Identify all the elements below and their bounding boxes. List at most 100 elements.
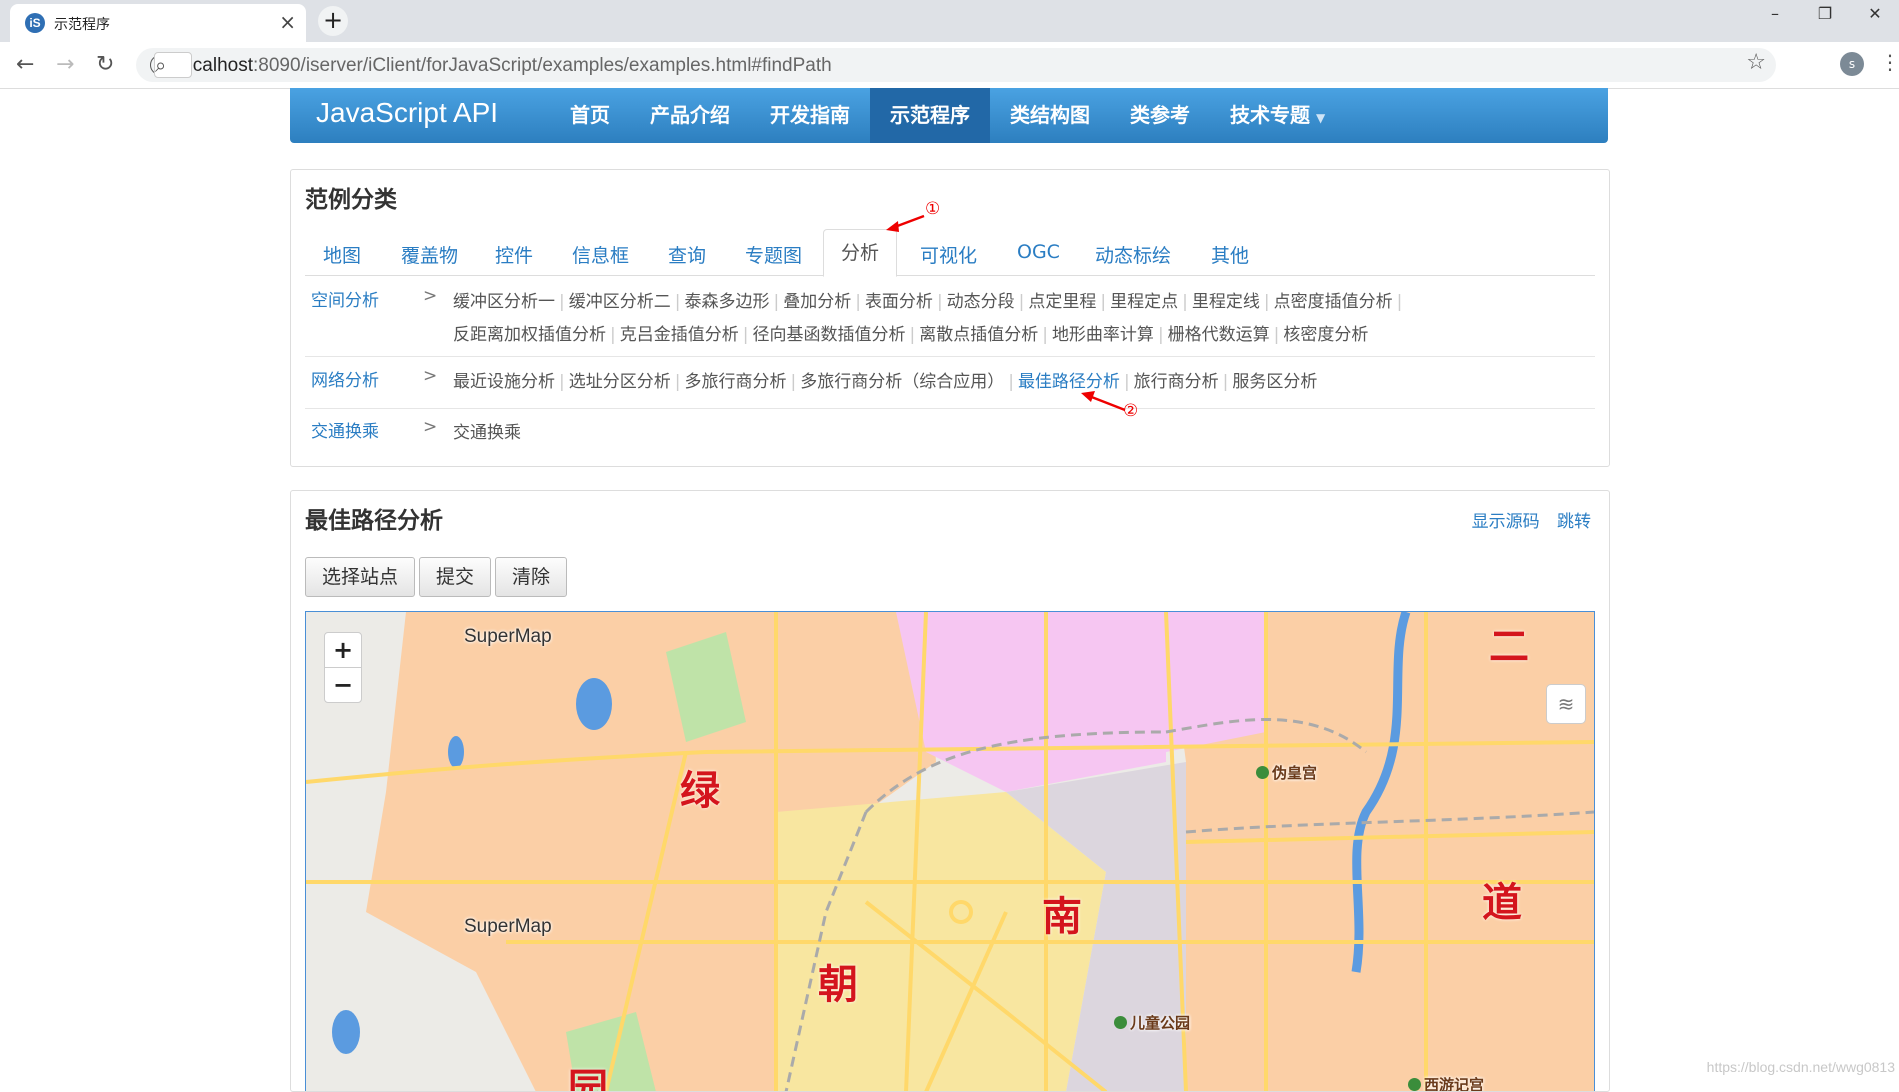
example-link[interactable]: 点定里程 bbox=[1028, 292, 1096, 312]
tab-map[interactable]: 地图 bbox=[323, 241, 361, 268]
layers-icon[interactable]: ≋ bbox=[1546, 684, 1586, 724]
submit-button[interactable]: 提交 bbox=[419, 557, 491, 597]
district-label: 二 bbox=[1489, 614, 1529, 672]
example-link[interactable]: 服务区分析 bbox=[1232, 372, 1317, 392]
example-link[interactable]: 地形曲率计算 bbox=[1052, 325, 1154, 345]
example-link[interactable]: 核密度分析 bbox=[1283, 325, 1368, 345]
bookmark-star-icon[interactable]: ☆ bbox=[1746, 50, 1766, 75]
example-link[interactable]: 里程定线 bbox=[1192, 292, 1260, 312]
category-row-network: 网络分析 > 最近设施分析|选址分区分析|多旅行商分析|多旅行商分析（综合应用）… bbox=[305, 358, 1595, 409]
example-title: 最佳路径分析 bbox=[305, 501, 443, 535]
profile-avatar[interactable]: s bbox=[1840, 52, 1864, 76]
link-separator: | bbox=[671, 292, 685, 312]
nav-class-diagram[interactable]: 类结构图 bbox=[990, 88, 1110, 143]
tab-control[interactable]: 控件 bbox=[495, 241, 533, 268]
poi-park-icon bbox=[1408, 1078, 1421, 1091]
link-separator: | bbox=[555, 372, 569, 392]
nav-dev-guide[interactable]: 开发指南 bbox=[750, 88, 870, 143]
url-text[interactable]: localhost:8090/iserver/iClient/forJavaSc… bbox=[178, 55, 832, 77]
reload-icon[interactable]: ↻ bbox=[96, 52, 114, 77]
close-window-icon[interactable]: ✕ bbox=[1855, 4, 1895, 23]
select-stops-button[interactable]: 选择站点 bbox=[305, 557, 415, 597]
zoom-magnifier-icon[interactable]: ⌕ bbox=[154, 52, 192, 78]
minimize-window-icon[interactable]: – bbox=[1755, 4, 1795, 23]
example-link[interactable]: 多旅行商分析（综合应用） bbox=[800, 372, 1004, 392]
link-separator: | bbox=[786, 372, 800, 392]
example-link[interactable]: 最近设施分析 bbox=[453, 372, 555, 392]
example-link[interactable]: 多旅行商分析 bbox=[684, 372, 786, 392]
example-link[interactable]: 表面分析 bbox=[865, 292, 933, 312]
link-separator: | bbox=[555, 292, 569, 312]
category-name[interactable]: 网络分析 bbox=[311, 366, 379, 391]
example-link[interactable]: 旅行商分析 bbox=[1134, 372, 1219, 392]
example-link[interactable]: 缓冲区分析二 bbox=[569, 292, 671, 312]
forward-arrow-icon[interactable]: → bbox=[56, 52, 74, 77]
browser-tab[interactable]: iS 示范程序 × bbox=[10, 4, 306, 42]
example-link[interactable]: 选址分区分析 bbox=[569, 372, 671, 392]
example-link[interactable]: 里程定点 bbox=[1110, 292, 1178, 312]
zoom-out-button[interactable]: − bbox=[325, 668, 361, 702]
poi-park-icon bbox=[1256, 766, 1269, 779]
address-bar[interactable]: i localhost:8090/iserver/iClient/forJava… bbox=[136, 48, 1776, 82]
district-label: 道 bbox=[1482, 870, 1522, 928]
link-separator: | bbox=[769, 292, 783, 312]
link-separator: | bbox=[933, 292, 947, 312]
example-link[interactable]: 克吕金插值分析 bbox=[620, 325, 739, 345]
nav-product[interactable]: 产品介绍 bbox=[630, 88, 750, 143]
example-link[interactable]: 反距离加权插值分析 bbox=[453, 325, 606, 345]
nav-examples[interactable]: 示范程序 bbox=[870, 88, 990, 143]
map-watermark-label: SuperMap bbox=[464, 626, 552, 648]
clear-button[interactable]: 清除 bbox=[495, 557, 567, 597]
tab-analysis[interactable]: 分析 bbox=[823, 229, 897, 277]
example-link[interactable]: 交通换乘 bbox=[453, 423, 521, 443]
tab-overlay[interactable]: 覆盖物 bbox=[401, 241, 458, 268]
category-name[interactable]: 空间分析 bbox=[311, 286, 379, 311]
zoom-control: + − bbox=[324, 632, 362, 703]
district-label: 绿 bbox=[680, 758, 720, 816]
example-link[interactable]: 缓冲区分析一 bbox=[453, 292, 555, 312]
example-link[interactable]: 栅格代数运算 bbox=[1168, 325, 1270, 345]
map-watermark-label: SuperMap bbox=[464, 916, 552, 938]
category-links: 交通换乘 bbox=[453, 417, 1453, 450]
poi-label: 伪皇宫 bbox=[1256, 762, 1317, 783]
district-label: 朝 bbox=[818, 952, 858, 1010]
site-favicon-icon: iS bbox=[25, 13, 45, 33]
poi-park-icon bbox=[1114, 1016, 1127, 1029]
zoom-in-button[interactable]: + bbox=[325, 633, 361, 668]
lake bbox=[576, 678, 612, 730]
show-source-link[interactable]: 显示源码 bbox=[1472, 512, 1540, 532]
nav-home[interactable]: 首页 bbox=[550, 88, 630, 143]
jump-link[interactable]: 跳转 bbox=[1557, 512, 1591, 532]
example-link[interactable]: 离散点插值分析 bbox=[919, 325, 1038, 345]
nav-class-reference[interactable]: 类参考 bbox=[1110, 88, 1210, 143]
category-panel: 范例分类 地图 覆盖物 控件 信息框 查询 专题图 分析 可视化 OGC 动态标… bbox=[290, 169, 1610, 467]
example-link[interactable]: 动态分段 bbox=[947, 292, 1015, 312]
browser-toolbar: ← → ↻ i localhost:8090/iserver/iClient/f… bbox=[0, 42, 1899, 89]
example-link[interactable]: 点密度插值分析 bbox=[1274, 292, 1393, 312]
link-separator: | bbox=[1270, 325, 1284, 345]
category-name[interactable]: 交通换乘 bbox=[311, 417, 379, 442]
tab-thematic[interactable]: 专题图 bbox=[745, 241, 802, 268]
restore-window-icon[interactable]: ❐ bbox=[1805, 4, 1845, 23]
example-link[interactable]: 泰森多边形 bbox=[684, 292, 769, 312]
back-arrow-icon[interactable]: ← bbox=[16, 52, 34, 77]
site-brand[interactable]: JavaScript API bbox=[316, 97, 498, 129]
tab-ogc[interactable]: OGC bbox=[1017, 241, 1060, 263]
top-navigation: 首页 产品介绍 开发指南 示范程序 类结构图 类参考 技术专题▼ bbox=[550, 88, 1345, 143]
tab-query[interactable]: 查询 bbox=[668, 241, 706, 268]
example-link[interactable]: 径向基函数插值分析 bbox=[752, 325, 905, 345]
nav-tech-topics[interactable]: 技术专题▼ bbox=[1210, 88, 1345, 143]
tab-other[interactable]: 其他 bbox=[1211, 241, 1249, 268]
browser-menu-icon[interactable]: ⋮ bbox=[1880, 50, 1899, 74]
annotation-label-2: ② bbox=[1123, 401, 1138, 421]
site-header: JavaScript API 首页 产品介绍 开发指南 示范程序 类结构图 类参… bbox=[290, 88, 1608, 143]
example-link[interactable]: 叠加分析 bbox=[783, 292, 851, 312]
tab-close-icon[interactable]: × bbox=[279, 10, 296, 34]
tab-dynamic-plot[interactable]: 动态标绘 bbox=[1095, 241, 1171, 268]
map-view[interactable]: + − ≋ SuperMap SuperMap 二 绿 南 道 朝 园 伪皇宫 … bbox=[305, 611, 1595, 1092]
tab-infowindow[interactable]: 信息框 bbox=[572, 241, 629, 268]
tab-visualization[interactable]: 可视化 bbox=[920, 241, 977, 268]
category-arrow: > bbox=[423, 366, 437, 386]
new-tab-button[interactable]: + bbox=[318, 6, 348, 36]
category-tabs: 地图 覆盖物 控件 信息框 查询 专题图 分析 可视化 OGC 动态标绘 其他 bbox=[305, 229, 1595, 276]
